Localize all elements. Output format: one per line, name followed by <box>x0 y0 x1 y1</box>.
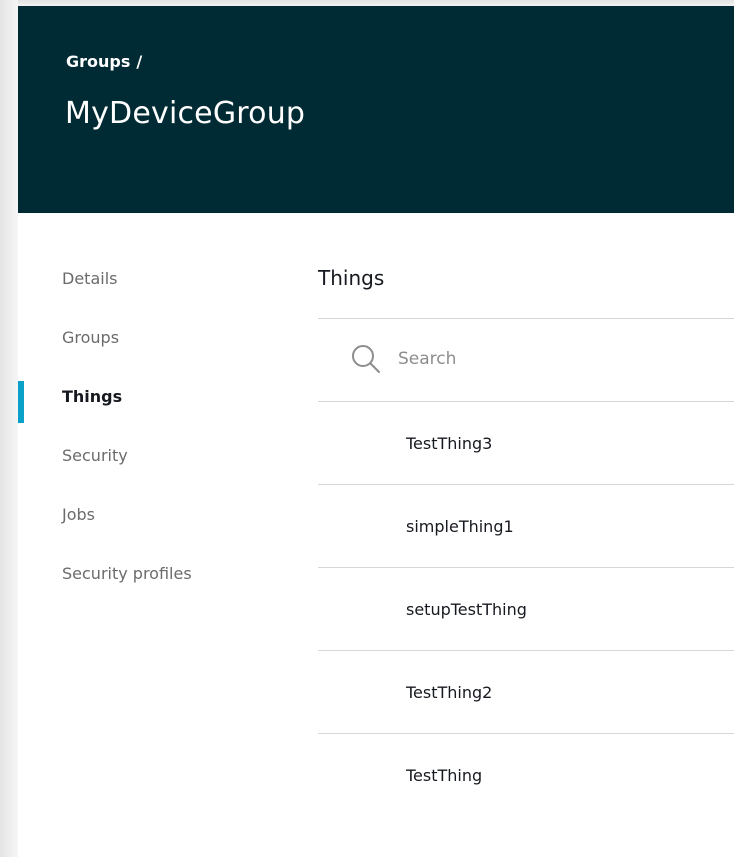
search-icon <box>352 345 380 373</box>
things-panel: Things TestThing3 simpleThing1 setupTest… <box>318 256 734 816</box>
page-title: MyDeviceGroup <box>65 96 306 131</box>
nav-item-jobs[interactable]: Jobs <box>18 497 278 556</box>
breadcrumb-separator: / <box>136 52 143 71</box>
nav-item-details[interactable]: Details <box>18 261 278 320</box>
nav-item-things[interactable]: Things <box>18 379 278 438</box>
window-shadow-left <box>0 0 18 857</box>
thing-row[interactable]: TestThing2 <box>318 651 734 734</box>
nav-item-groups[interactable]: Groups <box>18 320 278 379</box>
thing-row[interactable]: TestThing3 <box>318 402 734 485</box>
things-list: TestThing3 simpleThing1 setupTestThing T… <box>318 402 734 816</box>
group-detail-page: Groups / MyDeviceGroup Details Groups Thi… <box>18 6 734 857</box>
search-input[interactable] <box>398 341 718 377</box>
section-title: Things <box>318 256 734 319</box>
nav-item-security-profiles[interactable]: Security profiles <box>18 556 278 615</box>
thing-row[interactable]: setupTestThing <box>318 568 734 651</box>
search-bar <box>318 319 734 402</box>
nav-item-security[interactable]: Security <box>18 438 278 497</box>
page-header: Groups / MyDeviceGroup <box>18 6 734 213</box>
side-navigation: Details Groups Things Security Jobs Secu… <box>18 261 278 615</box>
thing-row[interactable]: simpleThing1 <box>318 485 734 568</box>
thing-row[interactable]: TestThing <box>318 734 734 816</box>
breadcrumb-link-groups[interactable]: Groups <box>66 52 130 71</box>
breadcrumb: Groups / <box>66 51 142 73</box>
